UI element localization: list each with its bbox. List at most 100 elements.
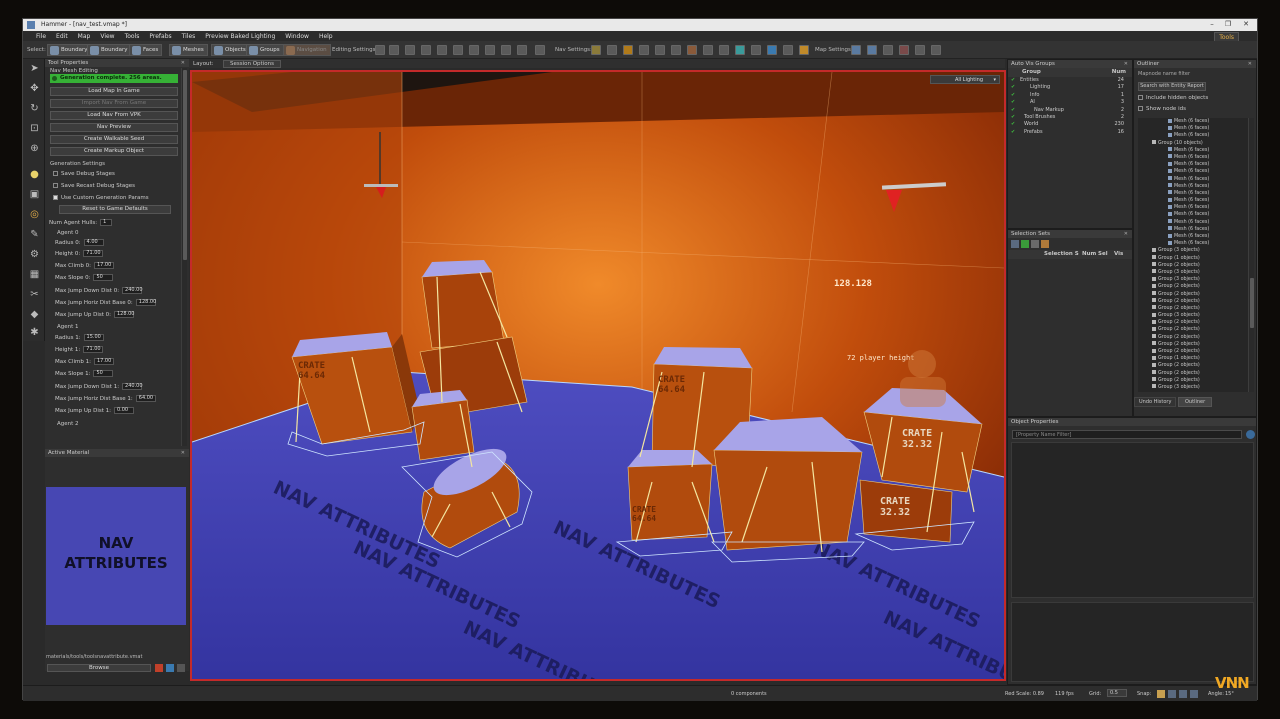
tab-outliner[interactable]: Outliner [1178, 397, 1213, 407]
max-climb-1-field[interactable]: Max Climb 1: 17.00 [55, 358, 114, 365]
snap-face-icon[interactable] [1190, 690, 1198, 698]
texture-icon[interactable]: ▦ [29, 269, 40, 280]
outliner-item[interactable]: Mesh (6 faces) [1138, 161, 1248, 168]
overlay-icon[interactable]: ✱ [29, 327, 40, 338]
nav-tool-icon[interactable] [623, 45, 633, 55]
max-jump-horiz-dist-base-1-field[interactable]: Max Jump Horiz Dist Base 1: 64.00 [55, 395, 156, 402]
outliner-item[interactable]: Group (2 objects) [1138, 305, 1248, 312]
path-icon[interactable]: ⚙ [29, 249, 40, 260]
outliner-item[interactable]: Group (1 objects) [1138, 255, 1248, 262]
outliner-item[interactable]: Group (2 objects) [1138, 298, 1248, 305]
max-jump-up-dist-0-field[interactable]: Max Jump Up Dist 0: 128.00 [55, 311, 134, 318]
check-icon[interactable]: ✔ [1011, 85, 1016, 90]
grid-size-dropdown[interactable]: 0.5 [1107, 689, 1127, 697]
outliner-item[interactable]: Group (2 objects) [1138, 348, 1248, 355]
nav-tool-icon[interactable] [639, 45, 649, 55]
editing-tool-icon[interactable] [517, 45, 527, 55]
editing-tool-icon[interactable] [389, 45, 399, 55]
map-tool-icon[interactable] [867, 45, 877, 55]
tab-undo-history[interactable]: Undo History [1134, 397, 1177, 407]
outliner-item[interactable]: Group (3 objects) [1138, 384, 1248, 391]
outliner-item[interactable]: Group (3 objects) [1138, 269, 1248, 276]
vis-group-row[interactable]: ✔ Tool Brushes 2 [1008, 114, 1132, 121]
outliner-item[interactable]: Mesh (6 faces) [1138, 211, 1248, 218]
create-walkable-seed-button[interactable]: Create Walkable Seed [50, 135, 178, 144]
vis-group-row[interactable]: ✔ Prefabs 16 [1008, 129, 1132, 136]
nav-tool-icon[interactable] [799, 45, 809, 55]
editing-tool-icon[interactable] [501, 45, 511, 55]
browse-button[interactable]: Browse [47, 664, 151, 672]
nav-attributes-material-preview[interactable]: NAV ATTRIBUTES [46, 487, 186, 625]
outliner-scrollbar[interactable] [1248, 118, 1254, 392]
max-slope-0-field[interactable]: Max Slope 0: 50 [55, 274, 114, 281]
editing-tool-icon[interactable] [535, 45, 545, 55]
create-markup-object-button[interactable]: Create Markup Object [50, 147, 178, 156]
outliner-item[interactable]: Mesh (6 faces) [1138, 125, 1248, 132]
nav-preview-button[interactable]: Nav Preview [50, 123, 178, 132]
vis-group-row[interactable]: ✔ World 230 [1008, 121, 1132, 128]
max-jump-horiz-dist-base-0-field[interactable]: Max Jump Horiz Dist Base 0: 128.00 [55, 299, 156, 306]
outliner-item[interactable]: Mesh (6 faces) [1138, 226, 1248, 233]
outliner-item[interactable]: Mesh (6 faces) [1138, 118, 1248, 125]
max-jump-up-dist-1-field[interactable]: Max Jump Up Dist 1: 0.00 [55, 407, 134, 414]
editing-tool-icon[interactable] [421, 45, 431, 55]
cursor-icon[interactable]: ➤ [29, 63, 40, 74]
nav-tool-icon[interactable] [591, 45, 601, 55]
outliner-item[interactable]: Mesh (6 faces) [1138, 147, 1248, 154]
select-meshes-button[interactable]: Meshes [169, 44, 208, 56]
outliner-item[interactable]: Group (2 objects) [1138, 291, 1248, 298]
crate[interactable] [713, 417, 863, 551]
max-jump-down-dist-1-field[interactable]: Max Jump Down Dist 1: 240.00 [55, 383, 143, 390]
material-select-icon[interactable] [166, 664, 174, 672]
editing-tool-icon[interactable] [375, 45, 385, 55]
outliner-item[interactable]: Group (3 objects) [1138, 276, 1248, 283]
outliner-item[interactable]: Mesh (6 faces) [1138, 240, 1248, 247]
radius-0-field[interactable]: Radius 0: 4.00 [55, 239, 104, 246]
editing-tool-icon[interactable] [453, 45, 463, 55]
tool-properties-scrollbar[interactable] [181, 68, 187, 446]
outliner-item[interactable]: Mesh (6 faces) [1138, 219, 1248, 226]
delete-set-icon[interactable] [1041, 240, 1049, 248]
vis-group-row[interactable]: ✔ Nav Markup 2 [1008, 107, 1132, 114]
outliner-item[interactable]: Mesh (6 faces) [1138, 204, 1248, 211]
nav-tool-icon[interactable] [687, 45, 697, 55]
search-with-entity-report-button[interactable]: Search with Entity Report [1138, 82, 1206, 91]
remove-from-set-icon[interactable] [1031, 240, 1039, 248]
outliner-item[interactable]: Group (2 objects) [1138, 377, 1248, 384]
nav-tool-icon[interactable] [719, 45, 729, 55]
nav-tool-icon[interactable] [767, 45, 777, 55]
nav-tool-icon[interactable] [751, 45, 761, 55]
vis-group-row[interactable]: ✔ AI 3 [1008, 99, 1132, 106]
new-set-icon[interactable] [1011, 240, 1019, 248]
map-tool-icon[interactable] [883, 45, 893, 55]
lighting-dropdown[interactable]: All Lighting ▾ [930, 75, 1000, 84]
check-icon[interactable]: ✔ [1011, 122, 1016, 127]
outliner-item[interactable]: Group (2 objects) [1138, 262, 1248, 269]
maximize-button[interactable]: ❐ [1221, 20, 1235, 30]
scrollbar-thumb[interactable] [183, 70, 187, 260]
outliner-item[interactable]: Group (1 objects) [1138, 355, 1248, 362]
decal-icon[interactable]: ◆ [29, 309, 40, 320]
move-icon[interactable]: ✥ [29, 83, 40, 94]
outliner-item[interactable]: Group (2 objects) [1138, 326, 1248, 333]
panel-close-icon[interactable]: ✕ [1124, 231, 1128, 237]
show-node-ids-checkbox[interactable]: Show node ids [1138, 106, 1186, 112]
import-nav-from-game-button[interactable]: Import Nav From Game [50, 99, 178, 108]
check-icon[interactable]: ✔ [1011, 107, 1016, 113]
save-debug-stages-checkbox[interactable]: Save Debug Stages [53, 171, 115, 177]
nav-mesh-icon[interactable]: ◎ [29, 209, 40, 220]
vis-group-row[interactable]: ✔ Lighting 17 [1008, 84, 1132, 91]
outliner-item[interactable]: Mesh (6 faces) [1138, 176, 1248, 183]
nav-tool-icon[interactable] [735, 45, 745, 55]
outliner-item[interactable]: Group (3 objects) [1138, 247, 1248, 254]
session-options-button[interactable]: Session Options [223, 60, 281, 68]
outliner-item[interactable]: Group (10 objects) [1138, 140, 1248, 147]
property-name-filter-input[interactable]: [Property Name Filter] [1012, 430, 1242, 439]
clip-icon[interactable]: ✂ [29, 289, 40, 300]
scale-icon[interactable]: ⊡ [29, 123, 40, 134]
panel-close-icon[interactable]: ✕ [1248, 61, 1252, 67]
snap-vertex-icon[interactable] [1168, 690, 1176, 698]
vis-group-row[interactable]: ✔ Entities 24 [1008, 77, 1132, 84]
rotate-icon[interactable]: ↻ [29, 103, 40, 114]
paint-icon[interactable]: ✎ [29, 229, 40, 240]
